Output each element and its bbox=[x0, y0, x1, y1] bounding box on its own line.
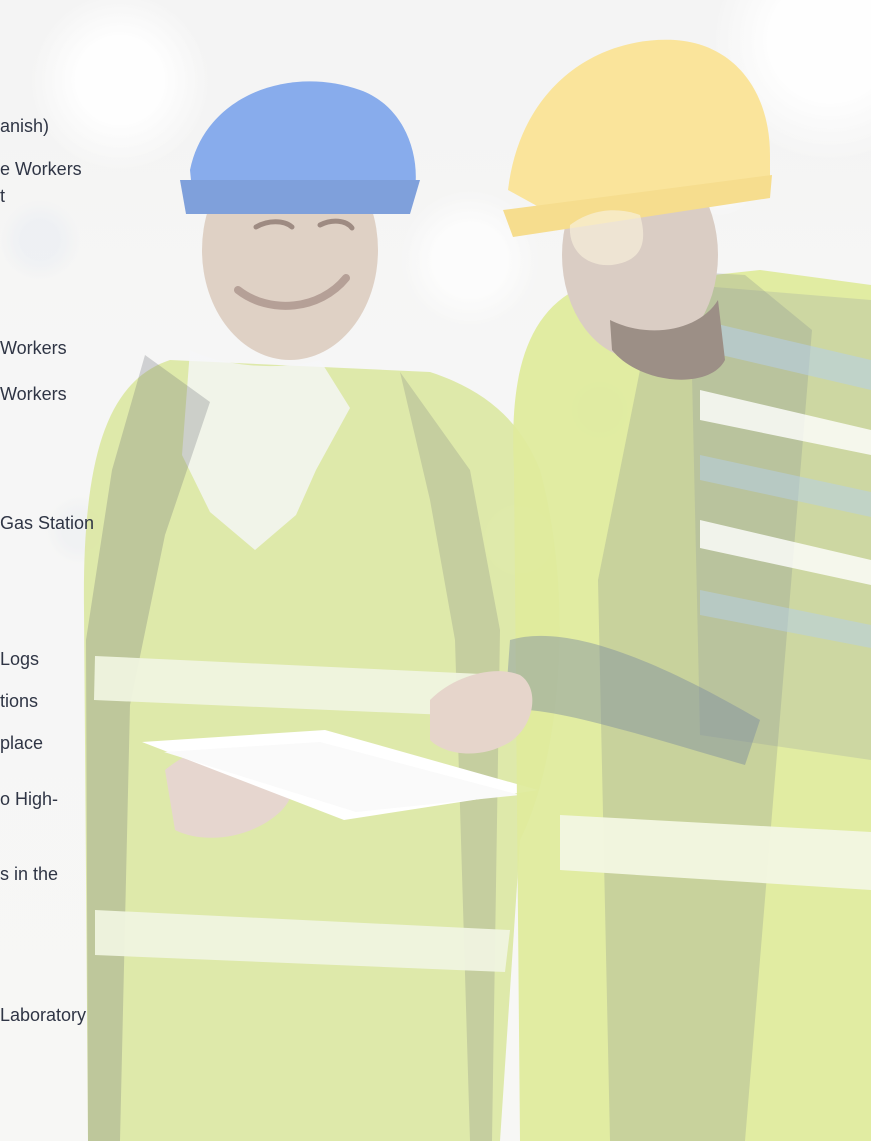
hero-image: anish) e Workers t Workers Workers Gas S… bbox=[0, 0, 871, 1141]
course-item: Workers bbox=[0, 338, 67, 358]
course-item: place bbox=[0, 733, 44, 753]
course-list: anish) e Workers t Workers Workers Gas S… bbox=[0, 0, 220, 1141]
course-item: tions bbox=[0, 691, 39, 711]
course-item: Logs bbox=[0, 649, 40, 669]
course-item: Laboratory bbox=[0, 1005, 87, 1025]
course-item: anish) bbox=[0, 116, 50, 136]
course-item: Workers bbox=[0, 384, 67, 404]
course-item: Gas Station bbox=[0, 513, 95, 533]
course-item: s in the bbox=[0, 864, 59, 884]
course-item: e Workers bbox=[0, 159, 82, 179]
course-item: o High- bbox=[0, 789, 59, 809]
course-item: t bbox=[0, 186, 6, 206]
